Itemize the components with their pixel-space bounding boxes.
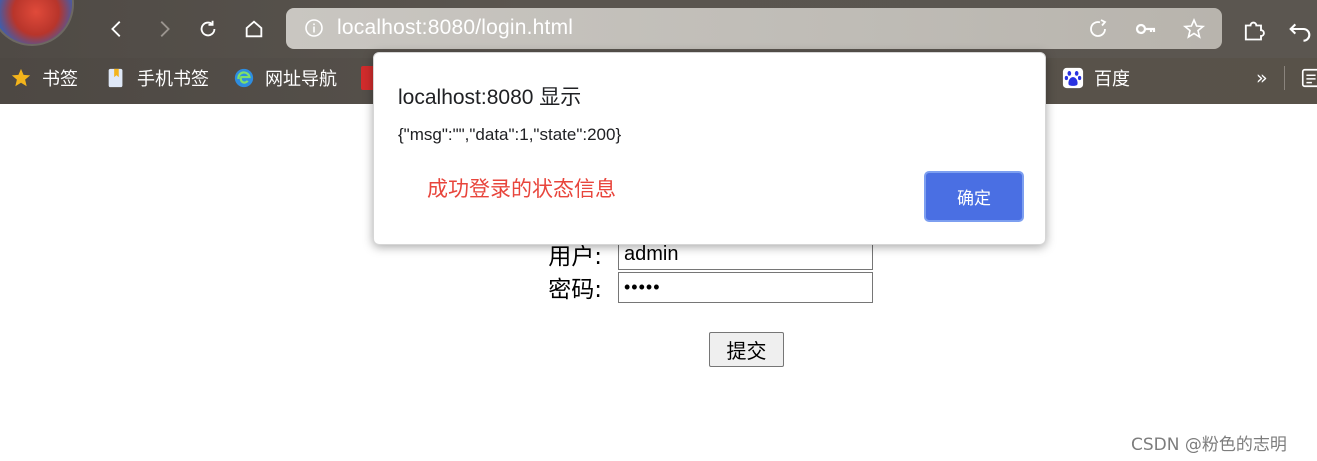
baidu-icon	[1062, 67, 1084, 89]
overflow-chevron-icon: »	[1256, 67, 1268, 89]
browser-toolbar: localhost:8080/login.html	[0, 0, 1317, 58]
home-icon	[245, 20, 263, 38]
password-label: 密码:	[548, 277, 602, 303]
info-icon[interactable]	[304, 18, 324, 38]
reading-list-icon[interactable]	[1300, 67, 1317, 89]
key-icon[interactable]	[1134, 17, 1158, 41]
alert-dialog: localhost:8080 显示 {"msg":"","data":1,"st…	[373, 52, 1046, 245]
undo-icon[interactable]	[1286, 15, 1314, 43]
password-row: 密码: •••••	[530, 270, 873, 304]
profile-avatar[interactable]	[0, 0, 74, 46]
extensions-icon[interactable]	[1240, 15, 1268, 43]
bookmark-item-mobile[interactable]: 手机书签	[105, 64, 209, 92]
star-favorite-icon[interactable]	[1182, 17, 1206, 41]
submit-button[interactable]: 提交	[709, 332, 784, 367]
dialog-message: {"msg":"","data":1,"state":200}	[398, 125, 622, 144]
dialog-title: localhost:8080 显示	[398, 86, 582, 109]
toolbar-divider	[1284, 66, 1285, 90]
phone-bookmark-icon	[108, 68, 123, 88]
back-button[interactable]	[102, 14, 132, 44]
password-input[interactable]: •••••	[618, 271, 873, 303]
status-annotation: 成功登录的状态信息	[427, 177, 616, 201]
bookmarks-overflow-button[interactable]: »	[1256, 64, 1268, 92]
address-bar[interactable]: localhost:8080/login.html	[286, 8, 1222, 49]
screenshot: localhost:8080/login.html 书签 手机书签 网址导航 百…	[0, 0, 1317, 461]
bookmark-item-nav[interactable]: 网址导航	[233, 64, 337, 92]
ok-button[interactable]: 确定	[924, 171, 1024, 222]
home-button[interactable]	[239, 14, 269, 44]
reload-icon	[200, 20, 216, 37]
bookmark-label: 百度	[1094, 69, 1130, 90]
url-text[interactable]: localhost:8080/login.html	[337, 16, 573, 40]
edge-nav-icon	[234, 68, 254, 88]
watermark: CSDN @粉色的志明	[1131, 435, 1287, 455]
forward-button[interactable]	[149, 14, 179, 44]
bookmark-label: 手机书签	[137, 69, 209, 90]
bookmark-label: 书签	[42, 69, 78, 90]
forward-arrow-icon	[160, 21, 170, 37]
refresh-page-icon[interactable]	[1086, 17, 1110, 41]
bookmark-label: 网址导航	[265, 69, 337, 90]
bookmark-item-bookmarks[interactable]: 书签	[10, 64, 78, 92]
bookmark-item-baidu[interactable]: 百度	[1062, 64, 1130, 92]
reload-button[interactable]	[193, 14, 223, 44]
star-icon	[11, 68, 31, 87]
back-arrow-icon	[111, 21, 121, 37]
